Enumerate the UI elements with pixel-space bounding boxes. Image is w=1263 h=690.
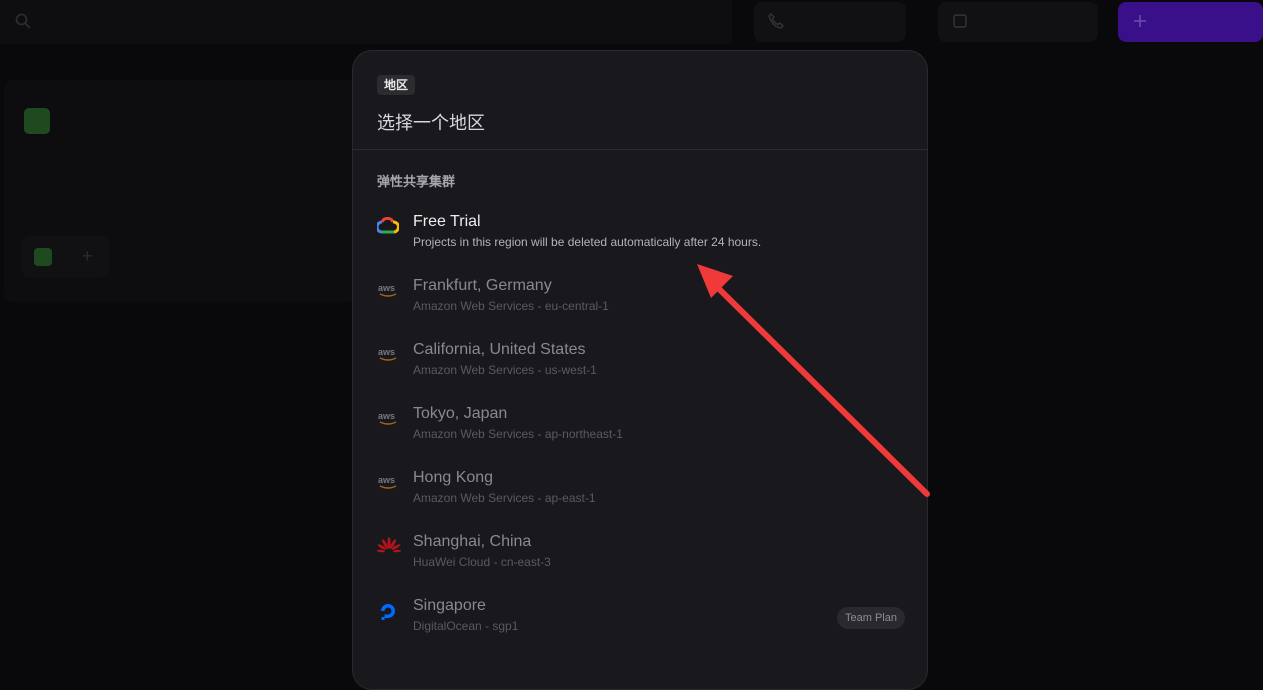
aws-icon: aws <box>377 473 401 491</box>
project-actions[interactable]: + <box>22 236 110 278</box>
top-bar <box>0 0 1263 46</box>
region-option-california[interactable]: aws California, United States Amazon Web… <box>353 319 927 383</box>
region-description: Amazon Web Services - ap-northeast-1 <box>413 427 623 441</box>
phone-icon <box>768 13 784 32</box>
aws-icon: aws <box>377 409 401 427</box>
new-project-button[interactable] <box>1118 2 1263 42</box>
region-option-singapore[interactable]: Singapore DigitalOcean - sgp1 Team Plan <box>353 575 927 639</box>
region-description: DigitalOcean - sgp1 <box>413 619 519 633</box>
modal-title: 选择一个地区 <box>377 113 485 133</box>
search-input[interactable] <box>0 0 732 44</box>
region-modal: 地区 选择一个地区 弹性共享集群 Free Trial Projects in … <box>352 50 928 690</box>
search-icon <box>14 12 32 35</box>
region-description: Projects in this region will be deleted … <box>413 235 762 249</box>
plus-icon <box>1132 13 1148 32</box>
svg-text:aws: aws <box>378 475 395 485</box>
region-list: Free Trial Projects in this region will … <box>353 191 927 689</box>
section-title: 弹性共享集群 <box>377 174 456 189</box>
region-name: Shanghai, China <box>413 533 532 550</box>
secondary-button[interactable] <box>938 2 1098 42</box>
project-logo <box>24 108 50 134</box>
region-option-free-trial[interactable]: Free Trial Projects in this region will … <box>353 191 927 255</box>
region-name: California, United States <box>413 341 586 358</box>
svg-text:aws: aws <box>378 411 395 421</box>
region-tag: 地区 <box>377 75 416 95</box>
add-icon[interactable]: + <box>82 246 93 267</box>
phone-button[interactable] <box>754 2 906 42</box>
svg-text:aws: aws <box>378 283 395 293</box>
project-mini-logo <box>34 248 52 266</box>
region-description: HuaWei Cloud - cn-east-3 <box>413 555 551 569</box>
region-name: Tokyo, Japan <box>413 405 508 422</box>
region-option-hong-kong[interactable]: aws Hong Kong Amazon Web Services - ap-e… <box>353 447 927 511</box>
modal-header: 地区 选择一个地区 <box>353 51 927 150</box>
huawei-icon <box>377 537 401 555</box>
region-option-frankfurt[interactable]: aws Frankfurt, Germany Amazon Web Servic… <box>353 255 927 319</box>
region-description: Amazon Web Services - eu-central-1 <box>413 299 609 313</box>
square-icon <box>952 13 968 32</box>
region-description: Amazon Web Services - ap-east-1 <box>413 491 596 505</box>
digitalocean-icon <box>377 601 401 620</box>
region-name: Singapore <box>413 597 486 614</box>
region-name: Hong Kong <box>413 469 494 486</box>
svg-text:aws: aws <box>378 347 395 357</box>
region-name: Free Trial <box>413 213 481 230</box>
google-cloud-icon <box>375 216 401 235</box>
region-name: Frankfurt, Germany <box>413 277 552 294</box>
region-option-tokyo[interactable]: aws Tokyo, Japan Amazon Web Services - a… <box>353 383 927 447</box>
team-plan-badge: Team Plan <box>837 607 905 629</box>
region-option-next[interactable] <box>353 639 927 689</box>
region-option-shanghai[interactable]: Shanghai, China HuaWei Cloud - cn-east-3 <box>353 511 927 575</box>
aws-icon: aws <box>377 345 401 363</box>
aws-icon: aws <box>377 281 401 299</box>
region-description: Amazon Web Services - us-west-1 <box>413 363 597 377</box>
